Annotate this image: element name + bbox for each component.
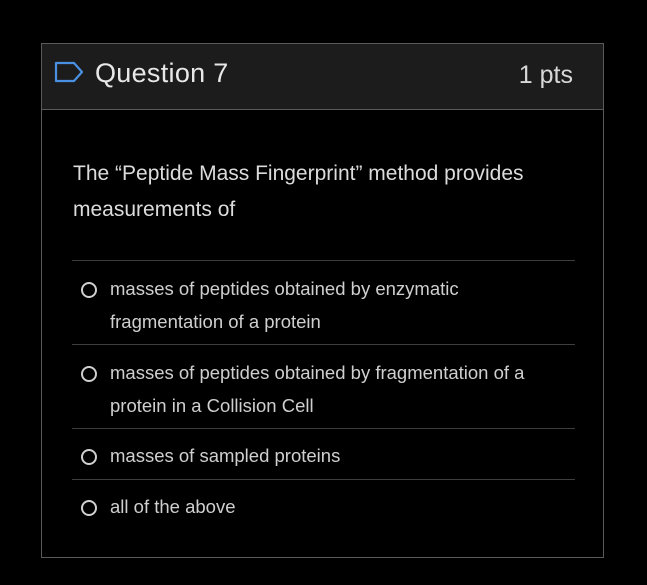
answer-option[interactable]: masses of sampled proteins	[72, 428, 575, 479]
flag-outline-icon[interactable]	[54, 61, 84, 83]
question-text: The “Peptide Mass Fingerprint” method pr…	[73, 162, 524, 221]
question-header: Question 7 1 pts	[42, 44, 603, 110]
answer-list: masses of peptides obtained by enzymatic…	[72, 260, 575, 533]
answer-label[interactable]: masses of peptides obtained by fragmenta…	[110, 356, 570, 422]
radio-button[interactable]	[81, 282, 97, 298]
answer-label[interactable]: masses of sampled proteins	[110, 439, 570, 472]
quiz-question-card: Question 7 1 pts The “Peptide Mass Finge…	[41, 43, 604, 558]
answer-option[interactable]: all of the above	[72, 479, 575, 533]
question-title: Question 7	[95, 58, 229, 88]
answer-label[interactable]: masses of peptides obtained by enzymatic…	[110, 272, 570, 338]
answer-option[interactable]: masses of peptides obtained by fragmenta…	[72, 344, 575, 428]
question-points: 1 pts	[518, 61, 573, 89]
radio-button[interactable]	[81, 500, 97, 516]
answer-option[interactable]: masses of peptides obtained by enzymatic…	[72, 260, 575, 344]
radio-button[interactable]	[81, 366, 97, 382]
answer-label[interactable]: all of the above	[110, 490, 570, 523]
radio-button[interactable]	[81, 449, 97, 465]
